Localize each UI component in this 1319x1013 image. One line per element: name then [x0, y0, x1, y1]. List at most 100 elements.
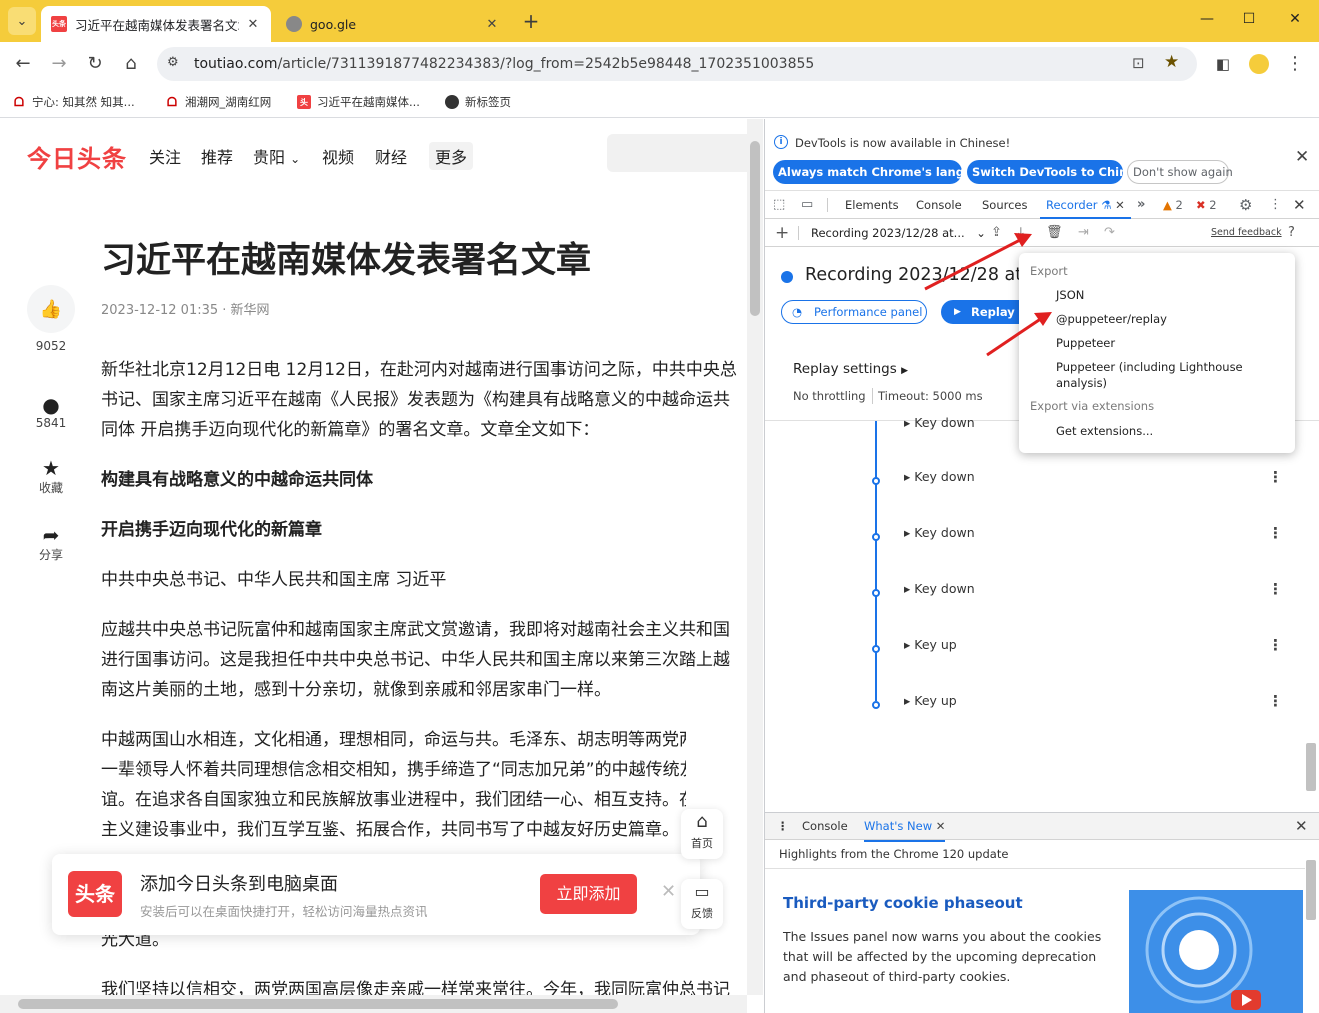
maximize-icon[interactable]: ☐ — [1239, 9, 1259, 29]
close-devtools-icon[interactable]: ✕ — [1293, 191, 1306, 219]
more-tabs-icon[interactable]: » — [1137, 191, 1145, 219]
scrollbar-thumb[interactable] — [18, 999, 618, 1009]
tab-search-button[interactable]: ⌄ — [8, 7, 36, 35]
whats-new-heading[interactable]: Third-party cookie phaseout — [783, 894, 1023, 912]
step-menu-icon[interactable]: ⋮ — [1268, 524, 1283, 542]
get-extensions-item[interactable]: Get extensions... — [1056, 423, 1153, 439]
scrollbar-thumb[interactable] — [1306, 860, 1316, 920]
video-thumbnail[interactable] — [1129, 890, 1303, 1013]
close-tab-icon[interactable]: ✕ — [1115, 198, 1125, 212]
nav-video[interactable]: 视频 — [322, 144, 354, 168]
bookmark-star-icon[interactable]: ★ — [1164, 52, 1179, 72]
timeout-value[interactable]: Timeout: 5000 ms — [878, 389, 983, 403]
tab-recorder[interactable]: Recorder ⚗ ✕ — [1040, 191, 1131, 219]
match-language-button[interactable]: Always match Chrome's language — [773, 160, 996, 184]
home-float-button[interactable]: ⌂ 首页 — [681, 809, 723, 859]
reload-icon[interactable]: ↻ — [81, 50, 109, 78]
devtools-scrollbar[interactable] — [1304, 421, 1318, 811]
close-tab-icon[interactable]: ✕ — [484, 17, 500, 32]
side-panel-icon[interactable]: ◧ — [1209, 50, 1237, 78]
export-lighthouse-item[interactable]: Puppeteer (including Lighthouse analysis… — [1056, 359, 1243, 391]
new-tab-button[interactable]: + — [517, 7, 545, 35]
tab-googl[interactable]: goo.gle ✕ — [276, 6, 510, 42]
bookmark-item[interactable]: 新标签页 — [445, 92, 511, 112]
errors-badge[interactable]: ✖ 2 — [1196, 191, 1217, 219]
export-puppeteer-replay-item[interactable]: @puppeteer/replay — [1056, 311, 1167, 327]
share-button[interactable]: ➦ 分享 — [27, 524, 75, 563]
search-input[interactable] — [607, 134, 757, 172]
nav-city[interactable]: 贵阳 ⌄ — [253, 144, 300, 168]
comment-button[interactable]: ● 5841 — [27, 394, 75, 430]
recording-title[interactable]: Recording 2023/12/28 at 1 — [805, 265, 1039, 285]
drawer-menu-icon[interactable]: ⋮ — [777, 813, 789, 840]
nav-recommend[interactable]: 推荐 — [201, 144, 233, 168]
help-icon[interactable]: ? — [1288, 219, 1295, 247]
drawer-tab-whats-new[interactable]: What's New ✕ — [864, 813, 946, 842]
close-drawer-icon[interactable]: ✕ — [1295, 813, 1308, 840]
step-icon[interactable]: ↷ — [1104, 219, 1115, 247]
tab-toutiao[interactable]: 头条 习近平在越南媒体发表署名文章 ✕ — [41, 6, 271, 42]
scrollbar-thumb[interactable] — [750, 141, 760, 316]
close-icon[interactable]: ✕ — [661, 881, 676, 902]
toutiao-logo[interactable]: 今日头条 — [27, 139, 127, 174]
nav-follow[interactable]: 关注 — [149, 144, 181, 168]
step-menu-icon[interactable]: ⋮ — [1268, 636, 1283, 654]
close-infobar-icon[interactable]: ✕ — [1295, 147, 1309, 167]
step-menu-icon[interactable]: ⋮ — [1268, 580, 1283, 598]
step-row[interactable]: ▸ Key down ⋮ — [765, 580, 1305, 645]
replay-settings-toggle[interactable]: Replay settings ▶ — [793, 361, 908, 377]
scrollbar-thumb[interactable] — [1306, 743, 1316, 791]
replay-button[interactable]: ▶ Replay — [941, 300, 1023, 324]
page-scrollbar[interactable] — [747, 119, 763, 995]
export-puppeteer-item[interactable]: Puppeteer — [1056, 335, 1115, 351]
step-row[interactable]: ▸ Key up ⋮ — [765, 636, 1305, 701]
drawer-tab-console[interactable]: Console — [802, 813, 848, 840]
export-download-icon[interactable]: ⤓ — [1018, 219, 1024, 247]
feedback-float-button[interactable]: ▭ 反馈 — [681, 879, 723, 929]
inspect-element-icon[interactable]: ⬚ — [773, 191, 785, 219]
continue-icon[interactable]: ⇥ — [1078, 219, 1089, 247]
bookmark-item[interactable]: ᗝ 宁心: 知其然 知其... — [12, 92, 135, 112]
step-menu-icon[interactable]: ⋮ — [1268, 468, 1283, 486]
import-icon[interactable]: ⇪ — [991, 219, 1002, 247]
export-json-item[interactable]: JSON — [1056, 287, 1084, 303]
forward-icon[interactable]: → — [45, 50, 73, 78]
settings-gear-icon[interactable]: ⚙ — [1239, 191, 1252, 219]
switch-chinese-button[interactable]: Switch DevTools to Chinese — [967, 160, 1150, 184]
back-icon[interactable]: ← — [9, 50, 37, 78]
tab-console[interactable]: Console — [916, 191, 962, 219]
nav-finance[interactable]: 财经 — [375, 144, 407, 168]
close-tab-icon[interactable]: ✕ — [936, 819, 946, 833]
step-row[interactable]: ▸ Key down ⋮ — [765, 468, 1305, 533]
step-row[interactable]: ▸ Key down ⋮ — [765, 524, 1305, 589]
site-info-icon[interactable]: ⚙ — [167, 55, 179, 70]
close-window-icon[interactable]: ✕ — [1285, 9, 1305, 29]
tab-sources[interactable]: Sources — [982, 191, 1028, 219]
add-recording-icon[interactable]: + — [775, 219, 789, 247]
address-bar[interactable]: ⚙ toutiao.com/article/731139187748223438… — [157, 47, 1197, 81]
send-feedback-link[interactable]: Send feedback — [1211, 219, 1282, 247]
bookmark-item[interactable]: ᗝ 湘潮网_湖南红网 — [165, 92, 271, 112]
install-app-icon[interactable]: ⊡ — [1132, 54, 1145, 72]
add-now-button[interactable]: 立即添加 — [540, 874, 637, 914]
like-button[interactable]: 👍 9052 — [27, 285, 75, 353]
home-icon[interactable]: ⌂ — [117, 50, 145, 78]
step-row[interactable]: ▸ Key up ⋮ — [765, 692, 1305, 757]
drawer-scrollbar[interactable] — [1304, 840, 1318, 1013]
nav-more[interactable]: 更多 — [429, 142, 474, 170]
bookmark-item[interactable]: 头习近平在越南媒体... — [297, 92, 420, 112]
device-toggle-icon[interactable]: ▭ — [801, 191, 813, 219]
recording-select[interactable]: Recording 2023/12/28 at... ⌄ — [811, 219, 986, 247]
favorite-button[interactable]: ★ 收藏 — [27, 457, 75, 496]
tab-elements[interactable]: Elements — [845, 191, 899, 219]
delete-icon[interactable]: 🗑 — [1046, 219, 1063, 247]
dont-show-again-button[interactable]: Don't show again — [1127, 160, 1233, 184]
throttling-value[interactable]: No throttling — [793, 389, 866, 403]
warnings-badge[interactable]: ▲ 2 — [1163, 191, 1183, 219]
performance-panel-button[interactable]: ◔ Performance panel — [781, 300, 927, 324]
minimize-icon[interactable]: — — [1197, 9, 1217, 29]
close-tab-icon[interactable]: ✕ — [245, 17, 261, 32]
devtools-menu-icon[interactable]: ⋮ — [1269, 191, 1282, 219]
step-menu-icon[interactable]: ⋮ — [1268, 692, 1283, 710]
page-hscrollbar[interactable] — [0, 995, 747, 1013]
